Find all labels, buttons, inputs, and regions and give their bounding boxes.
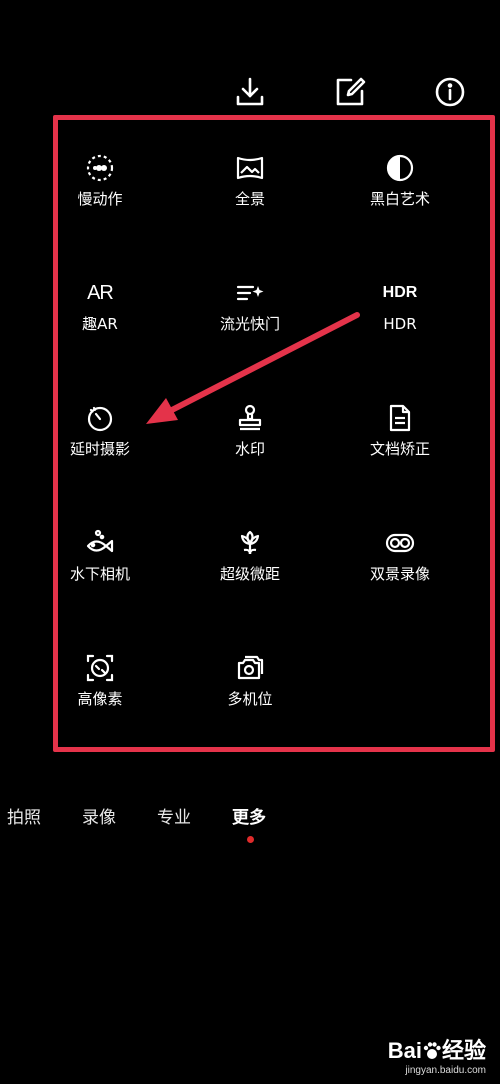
paw-icon (423, 1042, 441, 1059)
active-tab-indicator (247, 836, 254, 843)
tab-more[interactable]: 更多 (232, 805, 266, 831)
tab-pro[interactable]: 专业 (157, 805, 191, 831)
tab-photo[interactable]: 拍照 (7, 805, 41, 831)
baidu-jingyan-watermark: Bai 经验 jingyan.baidu.com (388, 1033, 486, 1076)
camera-mode-tabs: 拍照 录像 专业 更多 (0, 805, 500, 835)
watermark-logo-right: 经验 (441, 1038, 486, 1063)
watermark-url: jingyan.baidu.com (405, 1065, 486, 1076)
tab-video[interactable]: 录像 (82, 805, 116, 831)
watermark-logo-left: Bai (387, 1038, 422, 1063)
annotation-arrow (146, 312, 360, 424)
